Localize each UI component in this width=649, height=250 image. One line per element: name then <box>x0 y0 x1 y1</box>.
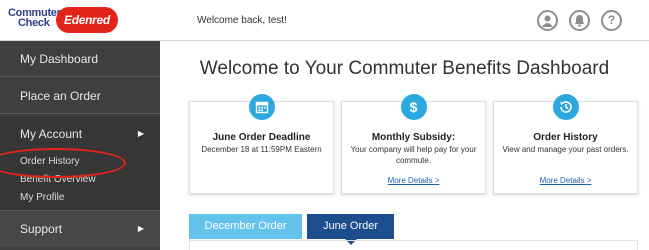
bell-icon-glyph <box>574 15 585 27</box>
logo-wordmark: Commuter Check <box>8 8 61 29</box>
dollar-icon: $ <box>400 94 427 120</box>
caret-right-icon: ▶ <box>137 129 144 138</box>
sidebar-item-place-order[interactable]: Place an Order <box>0 78 160 114</box>
page-title: Welcome to Your Commuter Benefits Dashbo… <box>199 58 610 79</box>
bell-icon[interactable] <box>569 10 590 31</box>
card-order-history: Order History View and manage your past … <box>493 94 638 194</box>
card-title: June Order Deadline <box>212 132 311 143</box>
card-title: Order History <box>533 132 598 143</box>
logo-line2: Check <box>18 17 50 29</box>
user-icon[interactable] <box>537 10 558 31</box>
card-body: View and manage your past orders. <box>502 145 629 154</box>
card-monthly-subsidy: $ Monthly Subsidy: Your company will hel… <box>341 94 486 194</box>
calendar-icon <box>248 94 275 120</box>
welcome-message: Welcome back, test! <box>197 15 287 26</box>
sidebar-item-label: Place an Order <box>20 89 101 103</box>
sidebar-subitem-my-profile[interactable]: My Profile <box>0 189 160 207</box>
card-body: December 18 at 11:59PM Eastern <box>201 145 322 154</box>
card-order-deadline: June Order Deadline December 18 at 11:59… <box>189 94 334 194</box>
sidebar-item-support[interactable]: Support ▶ <box>0 211 160 247</box>
more-details-link[interactable]: More Details > <box>342 176 485 185</box>
history-icon <box>552 94 579 120</box>
more-details-link[interactable]: More Details > <box>494 176 637 185</box>
sidebar-item-label: My Account <box>20 127 83 141</box>
sidebar-item-label: Support <box>20 222 63 236</box>
help-icon[interactable]: ? <box>601 10 622 31</box>
user-icon-glyph <box>542 15 553 27</box>
tab-december-order[interactable]: December Order <box>189 214 302 239</box>
tab-june-order[interactable]: June Order <box>307 214 394 239</box>
logo-badge: Edenred <box>56 7 118 33</box>
sidebar-subitem-label: My Profile <box>20 192 65 203</box>
order-panel <box>189 240 638 250</box>
sidebar-item-dashboard[interactable]: My Dashboard <box>0 41 160 77</box>
logo[interactable]: Commuter Check Edenred <box>0 0 160 41</box>
card-body: Your company will help pay for your comm… <box>350 145 477 165</box>
top-bar: Welcome back, test! ? <box>160 0 649 41</box>
sidebar-item-my-account[interactable]: My Account ▶ <box>0 116 160 152</box>
sidebar: Commuter Check Edenred My Dashboard Plac… <box>0 0 160 250</box>
caret-right-icon: ▶ <box>137 224 144 233</box>
card-title: Monthly Subsidy: <box>371 132 456 143</box>
sidebar-item-label: My Dashboard <box>20 52 99 66</box>
